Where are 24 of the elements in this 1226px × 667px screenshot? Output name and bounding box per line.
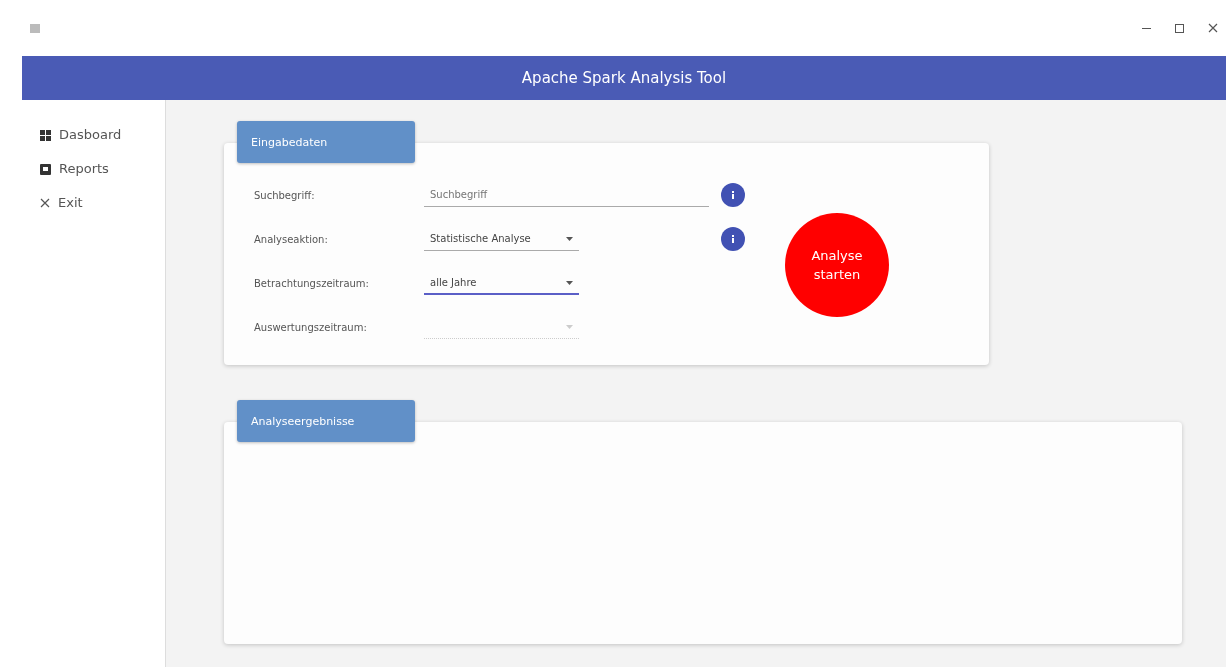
- field-label: Betrachtungszeitraum:: [254, 276, 370, 291]
- dropdown[interactable]: Statistische Analyse: [424, 227, 579, 251]
- caret-icon: [566, 280, 573, 285]
- close-icon: [40, 198, 50, 208]
- report-icon: [40, 163, 51, 175]
- app-icon: [30, 23, 40, 33]
- field-label: Analyseaktion:: [254, 232, 329, 247]
- app-title-bar: Apache Spark Analysis Tool: [22, 56, 1226, 100]
- info-button[interactable]: [721, 183, 745, 207]
- grid-icon: [40, 129, 51, 141]
- field-label: Auswertungszeitraum:: [254, 320, 368, 335]
- info-button[interactable]: [721, 227, 745, 251]
- caret-icon: [566, 325, 573, 329]
- sidebar-item[interactable]: Dasboard: [22, 118, 165, 152]
- sidebar-item[interactable]: Exit: [22, 186, 165, 220]
- minimize-icon[interactable]: [1142, 27, 1151, 29]
- sidebar-item[interactable]: Reports: [22, 152, 165, 186]
- search-field[interactable]: Suchbegriff: [424, 183, 709, 207]
- close-icon[interactable]: [1208, 23, 1218, 33]
- field-label: Suchbegriff:: [254, 188, 316, 203]
- caret-icon: [566, 237, 573, 241]
- dropdown[interactable]: alle Jahre: [424, 271, 579, 295]
- maximize-icon[interactable]: [1175, 23, 1184, 33]
- start-analysis-button[interactable]: Analyse starten: [785, 213, 889, 317]
